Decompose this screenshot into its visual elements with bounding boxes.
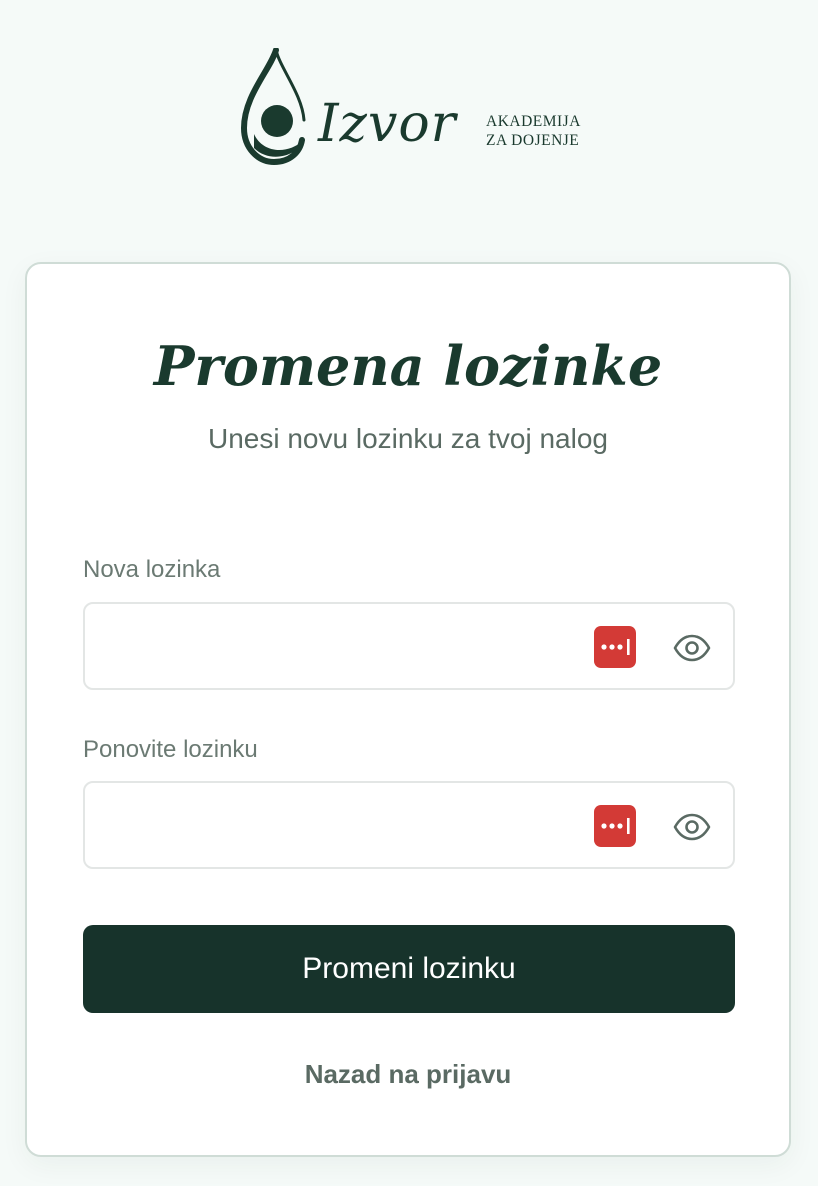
change-password-button[interactable]: Promeni lozinku	[83, 925, 735, 1013]
repeat-password-label: Ponovite lozinku	[83, 736, 258, 763]
back-to-login-link[interactable]: Nazad na prijavu	[27, 1057, 789, 1091]
new-password-field[interactable]	[83, 602, 735, 690]
logo-tagline-line2: ZA DOJENJE	[486, 132, 580, 149]
repeat-password-field[interactable]	[83, 781, 735, 869]
new-password-input[interactable]	[103, 622, 583, 670]
new-password-label: Nova lozinka	[83, 556, 221, 583]
logo-wordmark: Izvor	[318, 94, 457, 154]
logo-tagline: AKADEMIJA ZA DOJENJE	[486, 112, 581, 150]
eye-icon[interactable]	[673, 629, 711, 667]
page-title: Promena lozinke	[153, 334, 663, 398]
password-manager-icon[interactable]	[594, 805, 636, 847]
password-manager-icon[interactable]	[594, 626, 636, 668]
drop-logo-icon	[240, 48, 306, 166]
repeat-password-input[interactable]	[103, 801, 583, 849]
eye-icon[interactable]	[673, 808, 711, 846]
page: Izvor AKADEMIJA ZA DOJENJE Promena lozin…	[0, 0, 818, 1186]
reset-password-card: Promena lozinke Unesi novu lozinku za tv…	[25, 262, 791, 1157]
page-subtitle: Unesi novu lozinku za tvoj nalog	[207, 423, 608, 454]
logo-tagline-line1: AKADEMIJA	[486, 113, 581, 130]
brand-logo: Izvor AKADEMIJA ZA DOJENJE	[240, 48, 585, 168]
